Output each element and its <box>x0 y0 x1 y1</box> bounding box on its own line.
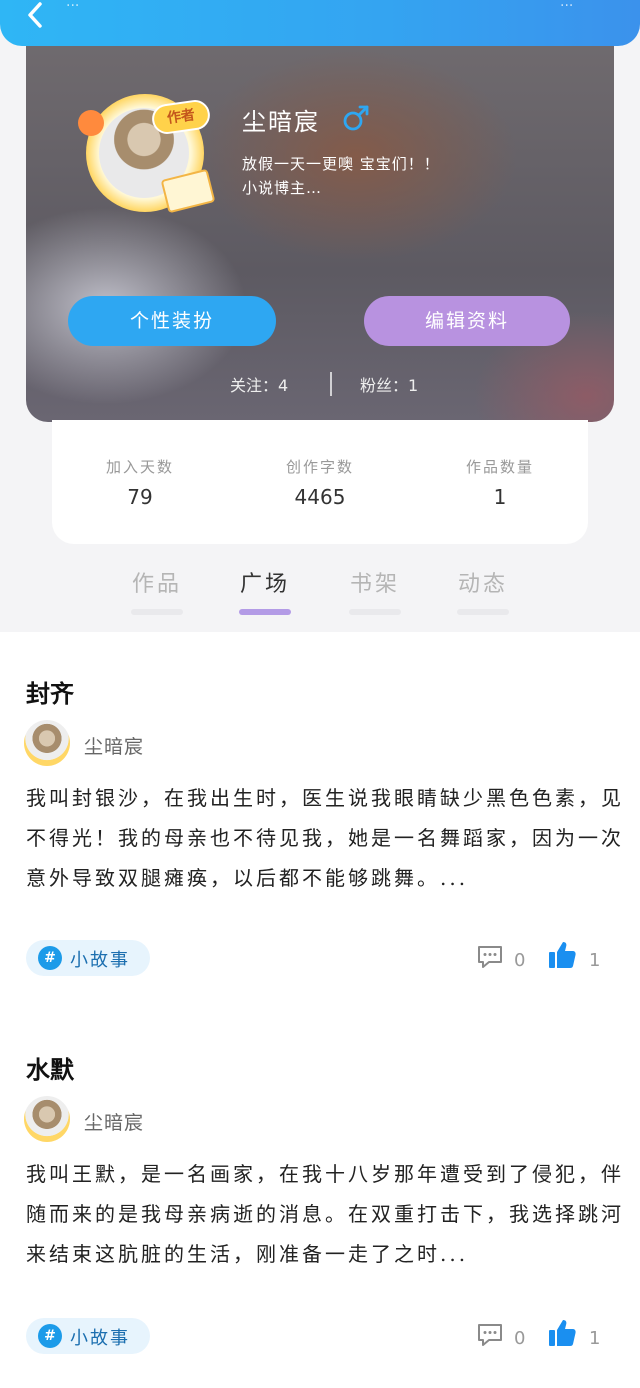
follow-stats: 关注：4 粉丝：1 <box>26 372 614 396</box>
avatar-decoration <box>78 110 104 136</box>
tab-bookshelf[interactable]: 书架 <box>335 566 415 615</box>
topic-tag-label: 小故事 <box>70 950 130 971</box>
tab-square[interactable]: 广场 <box>225 566 305 615</box>
post-title[interactable]: 水默 <box>26 1050 74 1085</box>
post-title[interactable]: 封齐 <box>26 674 74 709</box>
edit-profile-button[interactable]: 编辑资料 <box>364 296 570 346</box>
avatar[interactable]: 作者 <box>78 94 216 214</box>
post-author-avatar[interactable] <box>24 1096 70 1142</box>
following-count[interactable]: 关注：4 <box>230 372 288 396</box>
stat-value: 79 <box>127 485 153 509</box>
bio: 放假一天一更噢 宝宝们！！ 小说博主… <box>242 152 440 200</box>
male-gender-icon <box>343 105 369 131</box>
tab-indicator-active <box>239 609 291 615</box>
post-body[interactable]: 我叫封银沙，在我出生时，医生说我眼睛缺少黑色色素，见不得光！我的母亲也不待见我，… <box>26 778 626 898</box>
status-bar-fragment-right: ... <box>560 0 574 10</box>
stat-join-days: 加入天数 79 <box>70 456 210 509</box>
thumbs-up-icon[interactable] <box>547 940 577 970</box>
like-count: 1 <box>589 950 601 971</box>
post-body[interactable]: 我叫王默，是一名画家，在我十八岁那年遭受到了侵犯，伴随而来的是我母亲病逝的消息。… <box>26 1154 626 1274</box>
top-bar: ... ... <box>0 0 640 46</box>
tab-label: 作品 <box>131 572 182 597</box>
hashtag-icon: # <box>38 946 62 970</box>
stat-label: 创作字数 <box>285 458 354 476</box>
stats-card: 加入天数 79 创作字数 4465 作品数量 1 <box>52 420 588 544</box>
username: 尘暗宸 <box>242 108 320 136</box>
profile-header-card: 作者 尘暗宸 放假一天一更噢 宝宝们！！ 小说博主… 个性装扮 编辑资料 关注：… <box>26 46 614 422</box>
stat-label: 作品数量 <box>465 458 534 476</box>
stat-value: 1 <box>493 485 507 509</box>
post-card[interactable]: 封齐 尘暗宸 我叫封银沙，在我出生时，医生说我眼睛缺少黑色色素，见不得光！我的母… <box>0 674 640 984</box>
feed-list: 封齐 尘暗宸 我叫封银沙，在我出生时，医生说我眼睛缺少黑色色素，见不得光！我的母… <box>0 632 640 1388</box>
comment-icon[interactable] <box>476 944 504 970</box>
hashtag-icon: # <box>38 1324 62 1348</box>
stat-label: 加入天数 <box>105 458 174 476</box>
stat-value: 4465 <box>294 485 346 509</box>
tab-indicator <box>457 609 509 615</box>
tab-label: 广场 <box>239 572 290 597</box>
thumbs-up-icon[interactable] <box>547 1318 577 1348</box>
back-arrow-icon[interactable] <box>22 2 48 28</box>
tab-indicator <box>349 609 401 615</box>
tab-label: 书架 <box>349 572 400 597</box>
comment-icon[interactable] <box>476 1322 504 1348</box>
tab-indicator <box>131 609 183 615</box>
stat-word-count: 创作字数 4465 <box>250 456 390 509</box>
post-author-avatar[interactable] <box>24 720 70 766</box>
bio-line: 放假一天一更噢 宝宝们！！ <box>242 155 440 173</box>
divider <box>330 372 332 396</box>
tab-bar: 作品 广场 书架 动态 <box>0 566 640 626</box>
fans-count[interactable]: 粉丝：1 <box>360 372 418 396</box>
post-author-name[interactable]: 尘暗宸 <box>84 1108 144 1135</box>
tab-works[interactable]: 作品 <box>117 566 197 615</box>
post-card[interactable]: 水默 尘暗宸 我叫王默，是一名画家，在我十八岁那年遭受到了侵犯，伴随而来的是我母… <box>0 1050 640 1360</box>
bio-line: 小说博主… <box>242 179 323 197</box>
comment-count: 0 <box>514 1328 526 1349</box>
topic-tag-label: 小故事 <box>70 1328 130 1349</box>
tab-label: 动态 <box>457 572 508 597</box>
topic-tag[interactable]: # 小故事 <box>26 1318 150 1354</box>
tab-activity[interactable]: 动态 <box>443 566 523 615</box>
like-count: 1 <box>589 1328 601 1349</box>
post-author-name[interactable]: 尘暗宸 <box>84 732 144 759</box>
status-bar-fragment-left: ... <box>66 0 80 10</box>
comment-count: 0 <box>514 950 526 971</box>
topic-tag[interactable]: # 小故事 <box>26 940 150 976</box>
stat-works-count: 作品数量 1 <box>430 456 570 509</box>
dress-up-button[interactable]: 个性装扮 <box>68 296 276 346</box>
